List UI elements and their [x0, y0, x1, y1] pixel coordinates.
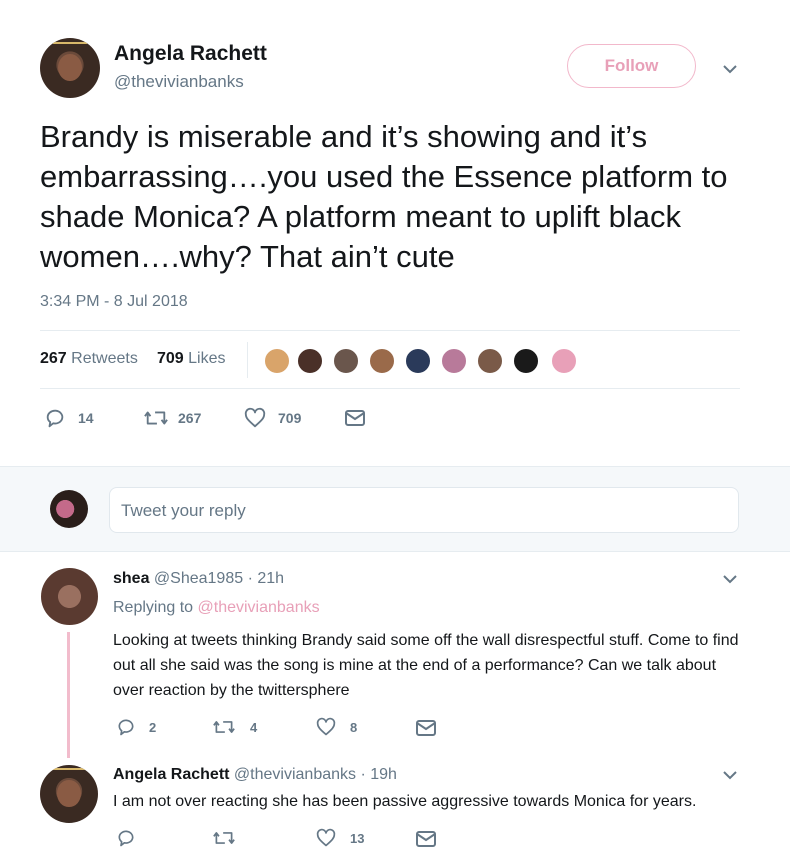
- stats-separator: [247, 342, 248, 378]
- dm-envelope-icon: [344, 408, 366, 428]
- reply-input-placeholder: Tweet your reply: [121, 501, 246, 520]
- retweet-action[interactable]: [213, 828, 250, 848]
- follow-button-label: Follow: [604, 56, 659, 75]
- follow-button[interactable]: Follow: [567, 44, 696, 88]
- chevron-down-icon[interactable]: [722, 571, 738, 592]
- retweet-action[interactable]: 267: [144, 407, 201, 429]
- replying-to-link[interactable]: @thevivianbanks: [198, 599, 320, 616]
- tweet-timestamp[interactable]: 3:34 PM - 8 Jul 2018: [40, 293, 188, 311]
- retweet-stats[interactable]: 267 Retweets: [40, 350, 138, 368]
- reply-icon: [116, 828, 136, 848]
- heart-icon: [316, 828, 336, 848]
- liker-avatar[interactable]: [296, 347, 324, 375]
- reply-action[interactable]: [116, 828, 149, 848]
- reply-input[interactable]: Tweet your reply: [109, 487, 739, 533]
- like-stats[interactable]: 709 Likes: [157, 350, 226, 368]
- likes-label: Likes: [188, 350, 226, 367]
- reply-icon: [116, 717, 136, 737]
- dm-action[interactable]: [415, 829, 437, 849]
- retweet-count: 267: [178, 410, 202, 426]
- like-count: 8: [350, 719, 358, 735]
- reply-action[interactable]: 14: [44, 407, 94, 429]
- reply-composer-area: Tweet your reply: [0, 466, 790, 552]
- dm-envelope-icon: [415, 829, 437, 849]
- author-avatar[interactable]: [40, 38, 100, 98]
- heart-icon: [316, 717, 336, 737]
- retweet-icon: [213, 828, 235, 848]
- reply-text: Looking at tweets thinking Brandy said s…: [113, 632, 739, 699]
- reply-header: shea @Shea1985 · 21h: [113, 570, 284, 588]
- liker-avatar[interactable]: [332, 347, 360, 375]
- like-count: 13: [350, 830, 365, 846]
- like-count: 709: [278, 410, 302, 426]
- liker-avatar[interactable]: [476, 347, 504, 375]
- retweets-label: Retweets: [71, 350, 138, 367]
- reply-icon: [44, 407, 66, 429]
- liker-avatar[interactable]: [368, 347, 396, 375]
- retweet-count: 4: [250, 719, 258, 735]
- like-action[interactable]: 13: [316, 828, 364, 848]
- chevron-down-icon[interactable]: [722, 767, 738, 788]
- tweet-text: Brandy is miserable and it’s showing and…: [40, 119, 728, 274]
- reply-author-name[interactable]: Angela Rachett: [113, 766, 229, 783]
- like-action[interactable]: 709: [244, 407, 301, 429]
- dm-action[interactable]: [415, 718, 437, 738]
- heart-icon: [244, 407, 266, 429]
- reply-author-name[interactable]: shea: [113, 570, 149, 587]
- like-action[interactable]: 8: [316, 717, 357, 737]
- retweet-icon: [213, 717, 235, 737]
- liker-avatar[interactable]: [440, 347, 468, 375]
- liker-avatar[interactable]: [512, 347, 540, 375]
- replying-to: Replying to @thevivianbanks: [113, 599, 320, 617]
- retweet-icon: [144, 407, 168, 429]
- reply-count: 14: [78, 410, 94, 426]
- reply-count: 2: [149, 719, 157, 735]
- thread-line: [67, 632, 70, 758]
- reply-time[interactable]: · 21h: [248, 570, 284, 587]
- dm-envelope-icon: [415, 718, 437, 738]
- reply-action[interactable]: 2: [116, 717, 156, 737]
- reply-text: I am not over reacting she has been pass…: [113, 793, 697, 810]
- reply-author-handle[interactable]: @thevivianbanks: [234, 766, 356, 783]
- dm-action[interactable]: [344, 408, 366, 428]
- reply-author-handle[interactable]: @Shea1985: [154, 570, 243, 587]
- liker-avatar[interactable]: [404, 347, 432, 375]
- author-name[interactable]: Angela Rachett: [114, 42, 267, 66]
- reply-author-avatar[interactable]: [41, 568, 98, 625]
- reply-author-avatar[interactable]: [40, 765, 98, 823]
- chevron-down-icon[interactable]: [722, 61, 738, 82]
- current-user-avatar[interactable]: [50, 490, 88, 528]
- retweet-action[interactable]: 4: [213, 717, 257, 737]
- liker-avatar[interactable]: [550, 347, 578, 375]
- author-handle[interactable]: @thevivianbanks: [114, 72, 244, 92]
- likes-count: 709: [157, 350, 184, 367]
- reply-time[interactable]: · 19h: [360, 766, 396, 783]
- replying-to-prefix: Replying to: [113, 599, 194, 616]
- liker-avatar[interactable]: [263, 347, 291, 375]
- retweets-count: 267: [40, 350, 67, 367]
- reply-header: Angela Rachett @thevivianbanks · 19h: [113, 766, 397, 784]
